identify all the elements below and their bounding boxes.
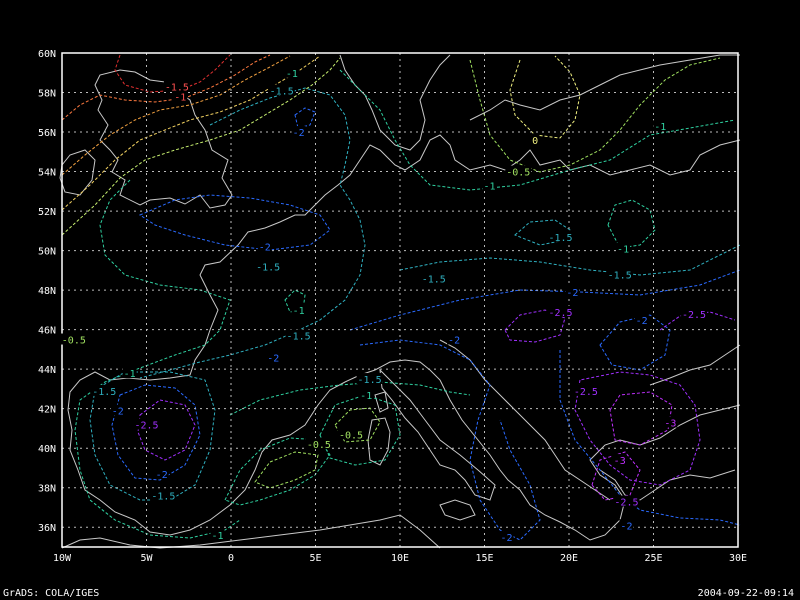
lon-tick-label: 10E [391, 553, 409, 564]
contour-label: -2 [500, 533, 512, 544]
contour-map: 10W 5W 0 5E 10E 15E 20E 25E 30E 60N 58N 56N 54N 52N 50… [38, 49, 747, 564]
coastline-continent [67, 134, 741, 541]
contour-label: -2.5 [682, 310, 706, 321]
lat-tick-label: 44N [38, 365, 56, 376]
contour-label: -1.5 [549, 233, 573, 244]
contour-line [74, 179, 241, 539]
contour-label: -1 [360, 391, 372, 402]
coastline-balkans [439, 339, 611, 501]
lat-tick-label: 50N [38, 247, 56, 258]
contour-label: -0.5 [307, 440, 331, 451]
contour-label: -1.5 [270, 87, 294, 98]
contour-label: -1 [174, 92, 186, 103]
lat-tick-label: 52N [38, 207, 56, 218]
coastline-africa [61, 514, 441, 549]
contour-line [469, 57, 721, 173]
contour-label: -2 [259, 243, 271, 254]
lon-tick-label: 5W [140, 553, 153, 564]
contour-line [359, 339, 541, 541]
coastline-sicily [439, 499, 476, 521]
contour-line [254, 451, 319, 489]
contour-label: -1.5 [608, 270, 632, 281]
lat-tick-label: 46N [38, 326, 56, 337]
contour-label: -0.5 [62, 336, 86, 347]
contour-label: -2.5 [549, 308, 573, 319]
contour-label: -2 [112, 407, 124, 418]
lat-tick-label: 40N [38, 444, 56, 455]
contour-line [139, 87, 366, 379]
contour-label: -2 [267, 353, 279, 364]
lon-tick-label: 15E [475, 553, 493, 564]
lon-tick-label: 30E [729, 553, 747, 564]
coastline-baltic [469, 54, 740, 121]
contour-line [349, 269, 741, 331]
contour-label: -1 [293, 306, 305, 317]
lon-tick-label: 20E [560, 553, 578, 564]
footer-timestamp: 2004-09-22-09:14 [697, 588, 794, 599]
contour-label: -2 [566, 288, 578, 299]
lat-tick-label: 54N [38, 168, 56, 179]
contour-line [138, 194, 331, 251]
contour-label: -2 [293, 128, 305, 139]
lon-tick-label: 10W [53, 553, 72, 564]
coastline-italy [379, 368, 496, 501]
lat-tick-label: 48N [38, 286, 56, 297]
contour-label: -1.5 [92, 387, 116, 398]
coastline-aegean [599, 469, 736, 501]
contour-label-layer: -1.5-1-1-1.5-20-0.5-1-1-2-1.5-1.5-1-1.5-… [60, 66, 708, 544]
contour-line [111, 384, 201, 481]
contour-label: -2 [448, 336, 460, 347]
contour-label: -1.5 [358, 375, 382, 386]
lon-tick-label: 0 [228, 553, 234, 564]
contour-label: -0.5 [506, 168, 530, 179]
contour-line [559, 350, 741, 526]
lat-tick-label: 38N [38, 484, 56, 495]
contour-label: -2 [620, 521, 632, 532]
contour-label: -2.5 [574, 387, 598, 398]
contour-label: -1 [124, 369, 136, 380]
axis-ticks: 10W 5W 0 5E 10E 15E 20E 25E 30E 60N 58N 56N 54N 52N 50… [38, 49, 747, 564]
contour-line [609, 391, 673, 446]
contour-label: -1.5 [151, 492, 175, 503]
contour-label: -3 [664, 419, 676, 430]
contour-label: -1.5 [287, 332, 311, 343]
lat-tick-label: 42N [38, 405, 56, 416]
contour-line [61, 55, 321, 211]
contour-line [607, 199, 656, 249]
lat-tick-label: 56N [38, 128, 56, 139]
contour-line [61, 55, 291, 176]
lon-tick-label: 25E [644, 553, 662, 564]
contour-label: -2 [636, 316, 648, 327]
contour-label: -1.5 [256, 262, 280, 273]
contour-label: -1.5 [422, 274, 446, 285]
lon-tick-label: 5E [309, 553, 321, 564]
coastline-blacksea [649, 344, 741, 386]
lat-tick-label: 36N [38, 523, 56, 534]
contour-label: -0.5 [339, 430, 363, 441]
contour-label: -2.5 [614, 498, 638, 509]
lat-tick-label: 60N [38, 49, 56, 60]
contour-line [294, 107, 316, 129]
contour-label: -1 [484, 181, 496, 192]
contour-label: -1 [617, 245, 629, 256]
contour-label: -1 [654, 122, 666, 133]
contour-line [399, 244, 741, 276]
coastline-scandinavia [339, 54, 451, 151]
contour-label: -2 [156, 470, 168, 481]
contour-label: -1 [286, 69, 298, 80]
coastline-ireland [59, 149, 96, 196]
coastline-sardinia [367, 417, 391, 466]
footer-credit: GrADS: COLA/IGES [3, 588, 100, 599]
contour-label: -1 [211, 531, 223, 542]
contour-line [61, 57, 341, 236]
contour-label: -3 [614, 456, 626, 467]
contour-label: 0 [532, 136, 538, 147]
lat-tick-label: 58N [38, 89, 56, 100]
contour-label: -2.5 [134, 420, 158, 431]
contour-lines [61, 54, 741, 541]
